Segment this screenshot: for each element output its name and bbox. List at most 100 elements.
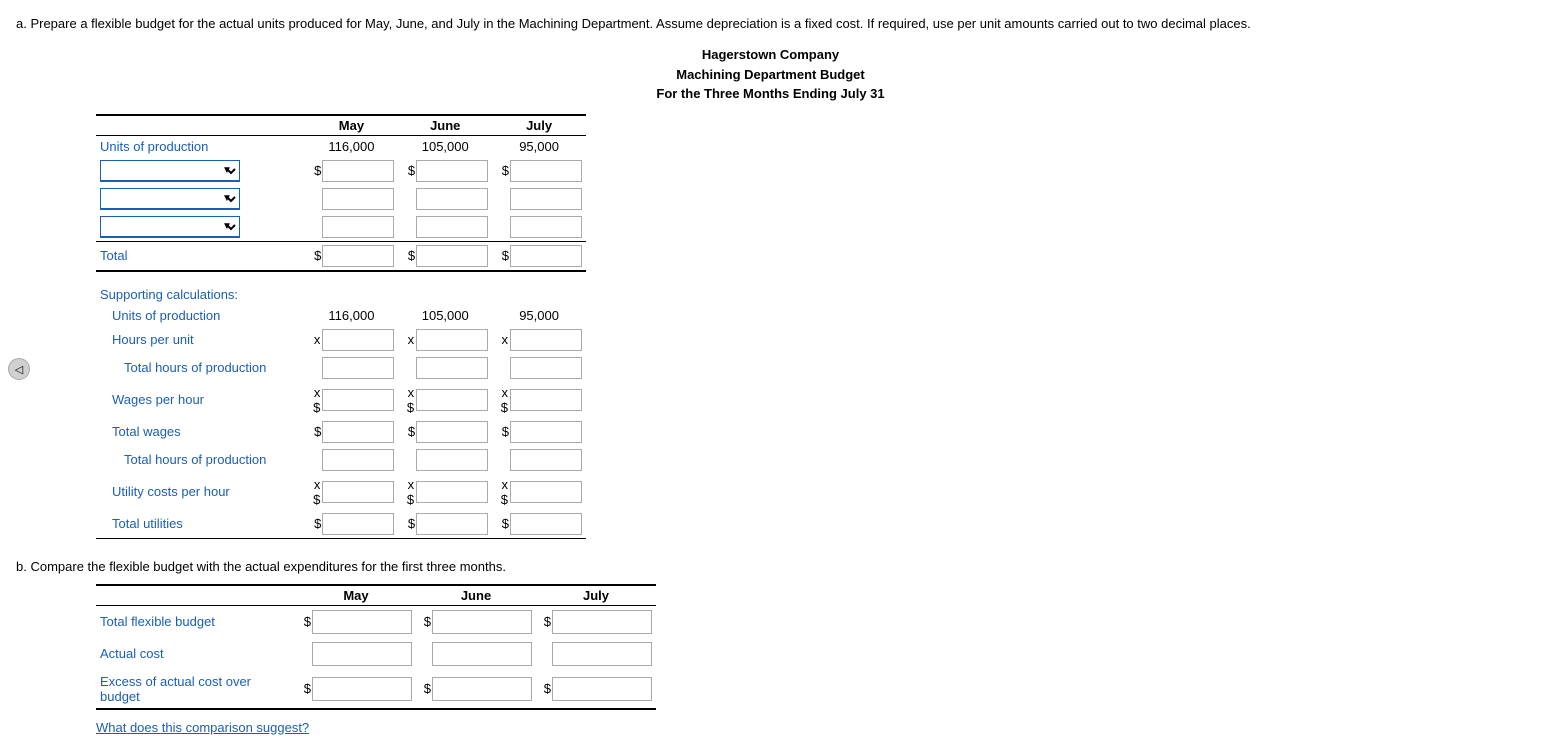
section-b-title: b. Compare the flexible budget with the … [16, 559, 1525, 574]
total-hours-may[interactable] [305, 354, 399, 382]
var-row-2-may[interactable] [305, 185, 399, 213]
total-hours-june-input[interactable] [416, 357, 488, 379]
utility-costs-june-input[interactable] [416, 481, 488, 503]
nav-arrow-left[interactable]: ◁ [8, 358, 30, 380]
var-row-3-june[interactable] [398, 213, 492, 242]
actual-cost-june[interactable] [416, 638, 536, 670]
actual-cost-june-input[interactable] [432, 642, 532, 666]
total-utilities-june-input[interactable] [416, 513, 488, 535]
total-may[interactable]: $ [305, 241, 399, 271]
flexible-budget-june-input[interactable] [432, 610, 532, 634]
actual-cost-row: Actual cost [96, 638, 656, 670]
wages-per-hour-july-input[interactable] [510, 389, 582, 411]
total-hours-may-input[interactable] [322, 357, 394, 379]
units-production-label: Units of production [96, 135, 305, 157]
total-hours-2-june[interactable] [398, 446, 492, 474]
total-wages-june-input[interactable] [416, 421, 488, 443]
utility-costs-july-input[interactable] [510, 481, 582, 503]
total-label: Total [96, 241, 305, 271]
total-utilities-july-input[interactable] [510, 513, 582, 535]
total-hours-2-may[interactable] [305, 446, 399, 474]
excess-cost-june-input[interactable] [432, 677, 532, 701]
var-row-2-select[interactable] [100, 188, 240, 210]
total-utilities-may[interactable]: $ [305, 510, 399, 539]
hours-per-unit-july-input[interactable] [510, 329, 582, 351]
total-utilities-may-input[interactable] [322, 513, 394, 535]
actual-cost-may-input[interactable] [312, 642, 412, 666]
wages-per-hour-july[interactable]: x $ [492, 382, 586, 418]
var-row-3-july-input[interactable] [510, 216, 582, 238]
compare-june-header: June [416, 585, 536, 606]
var-row-1-select[interactable] [100, 160, 240, 182]
var-row-1-label[interactable]: ▼ [96, 157, 305, 185]
var-row-3: ▼ [96, 213, 586, 242]
var-row-1-june-input[interactable] [416, 160, 488, 182]
total-wages-july[interactable]: $ [492, 418, 586, 446]
total-wages-june[interactable]: $ [398, 418, 492, 446]
var-row-1-july-input[interactable] [510, 160, 582, 182]
utility-costs-june[interactable]: x $ [398, 474, 492, 510]
var-row-3-select[interactable] [100, 216, 240, 238]
total-hours-2-july-input[interactable] [510, 449, 582, 471]
flexible-budget-may-input[interactable] [312, 610, 412, 634]
actual-cost-july[interactable] [536, 638, 656, 670]
total-hours-july[interactable] [492, 354, 586, 382]
total-wages-may-input[interactable] [322, 421, 394, 443]
total-wages-may[interactable]: $ [305, 418, 399, 446]
var-row-1-may[interactable]: $ [305, 157, 399, 185]
total-hours-july-input[interactable] [510, 357, 582, 379]
wages-per-hour-june-input[interactable] [416, 389, 488, 411]
actual-cost-may[interactable] [296, 638, 416, 670]
excess-cost-may[interactable]: $ [296, 670, 416, 709]
excess-cost-june[interactable]: $ [416, 670, 536, 709]
total-july[interactable]: $ [492, 241, 586, 271]
flexible-budget-july[interactable]: $ [536, 605, 656, 638]
var-row-2-july-input[interactable] [510, 188, 582, 210]
total-utilities-july[interactable]: $ [492, 510, 586, 539]
what-suggest-link[interactable]: What does this comparison suggest? [96, 720, 1525, 735]
var-row-2-label[interactable]: ▼ [96, 185, 305, 213]
utility-costs-may[interactable]: x $ [305, 474, 399, 510]
var-row-1-june[interactable]: $ [398, 157, 492, 185]
flexible-budget-june[interactable]: $ [416, 605, 536, 638]
total-hours-june[interactable] [398, 354, 492, 382]
excess-cost-may-input[interactable] [312, 677, 412, 701]
wages-per-hour-june[interactable]: x $ [398, 382, 492, 418]
utility-costs-may-input[interactable] [322, 481, 394, 503]
hours-per-unit-may[interactable]: x [305, 326, 399, 354]
flexible-budget-may[interactable]: $ [296, 605, 416, 638]
var-row-2-may-input[interactable] [322, 188, 394, 210]
total-june[interactable]: $ [398, 241, 492, 271]
hours-per-unit-july[interactable]: x [492, 326, 586, 354]
hours-per-unit-june[interactable]: x [398, 326, 492, 354]
excess-cost-july[interactable]: $ [536, 670, 656, 709]
var-row-3-may-input[interactable] [322, 216, 394, 238]
wages-per-hour-may[interactable]: x $ [305, 382, 399, 418]
var-row-2-june[interactable] [398, 185, 492, 213]
wages-per-hour-label: Wages per hour [96, 382, 305, 418]
total-hours-2-may-input[interactable] [322, 449, 394, 471]
var-row-3-label[interactable]: ▼ [96, 213, 305, 242]
total-wages-july-input[interactable] [510, 421, 582, 443]
var-row-2-june-input[interactable] [416, 188, 488, 210]
var-row-1-may-input[interactable] [322, 160, 394, 182]
excess-cost-july-input[interactable] [552, 677, 652, 701]
total-may-input[interactable] [322, 245, 394, 267]
var-row-3-july[interactable] [492, 213, 586, 242]
total-july-input[interactable] [510, 245, 582, 267]
var-row-2-july[interactable] [492, 185, 586, 213]
utility-costs-july[interactable]: x $ [492, 474, 586, 510]
hours-per-unit-may-input[interactable] [322, 329, 394, 351]
total-hours-2-july[interactable] [492, 446, 586, 474]
var-row-3-june-input[interactable] [416, 216, 488, 238]
actual-cost-july-input[interactable] [552, 642, 652, 666]
total-june-input[interactable] [416, 245, 488, 267]
hours-per-unit-june-input[interactable] [416, 329, 488, 351]
total-hours-2-june-input[interactable] [416, 449, 488, 471]
var-row-1-july[interactable]: $ [492, 157, 586, 185]
flexible-budget-july-input[interactable] [552, 610, 652, 634]
compare-header-row: May June July [96, 585, 656, 606]
total-utilities-june[interactable]: $ [398, 510, 492, 539]
wages-per-hour-may-input[interactable] [322, 389, 394, 411]
var-row-3-may[interactable] [305, 213, 399, 242]
